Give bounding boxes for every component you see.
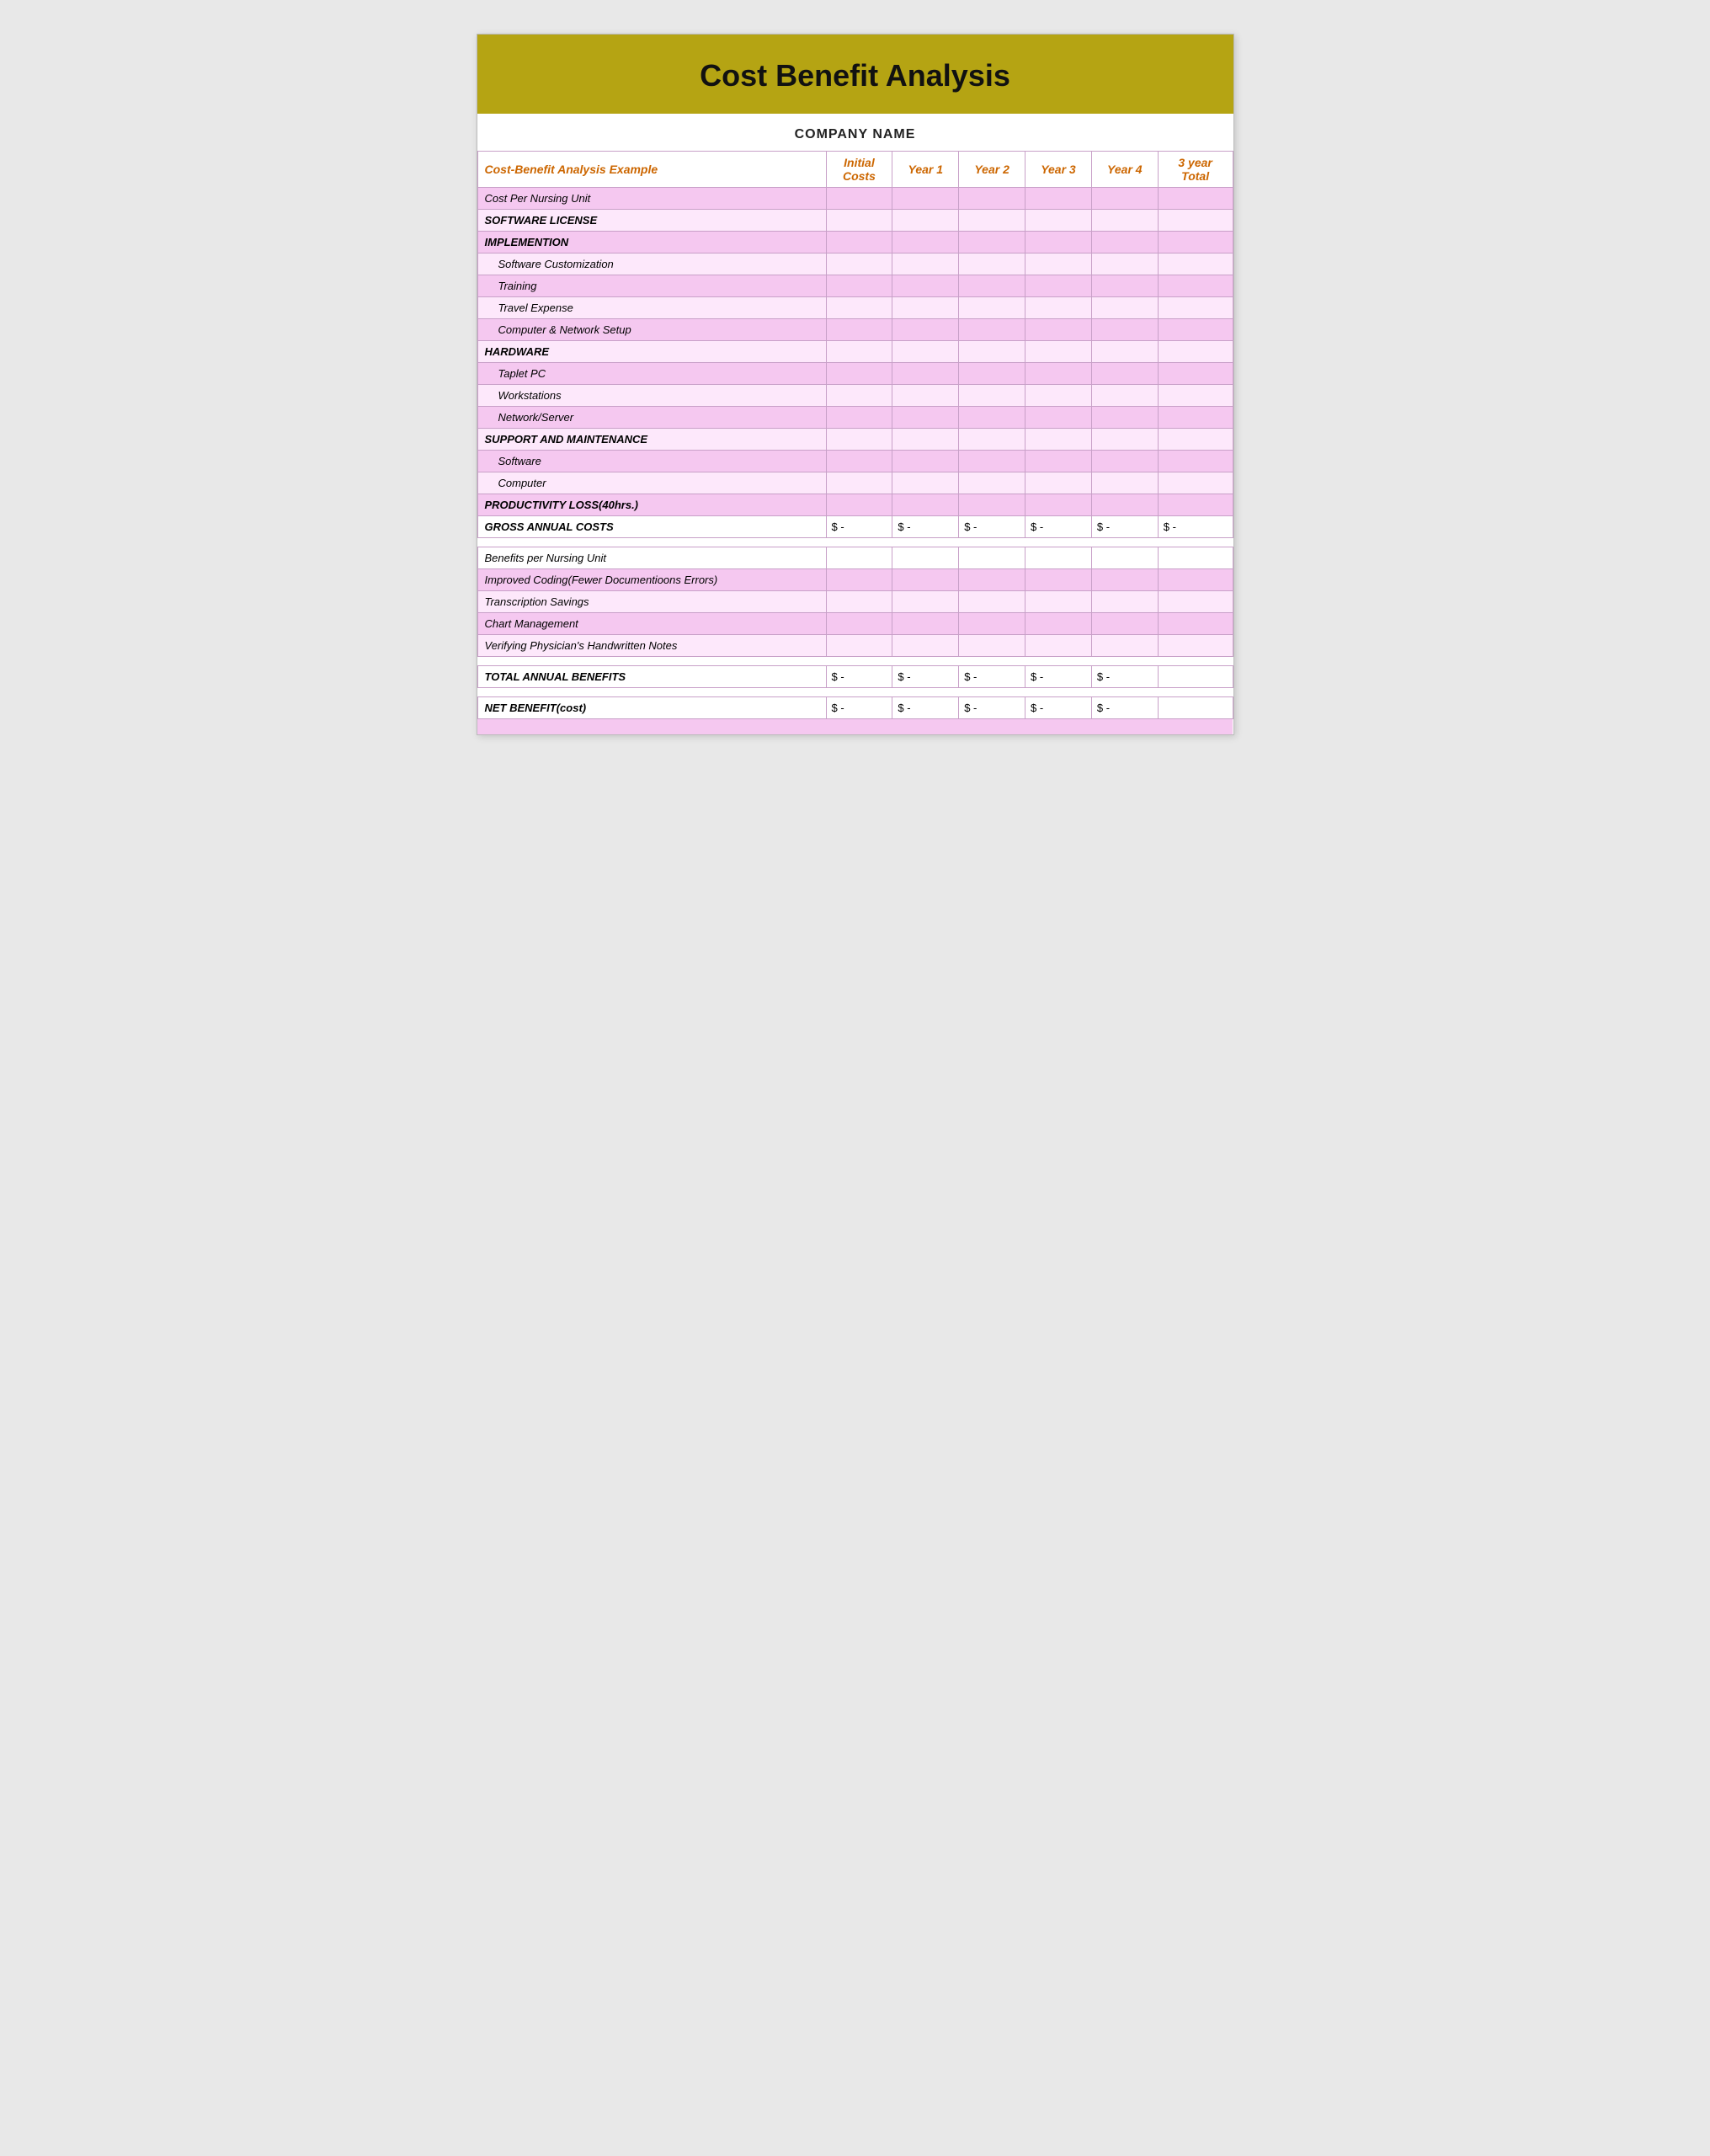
header-year1: Year 1 [892, 152, 959, 188]
gross-annual-costs-row: GROSS ANNUAL COSTS $ - $ - $ - $ - $ - $… [477, 516, 1233, 538]
table-row: Software [477, 451, 1233, 472]
net-benefit-year2: $ - [959, 697, 1025, 719]
spacer-row [477, 538, 1233, 547]
gross-costs-year2: $ - [959, 516, 1025, 538]
table-row: SUPPORT AND MAINTENANCE [477, 429, 1233, 451]
row-label: Verifying Physician's Handwritten Notes [477, 635, 826, 657]
header-year4: Year 4 [1091, 152, 1158, 188]
table-row: Computer & Network Setup [477, 319, 1233, 341]
table-row: Chart Management [477, 613, 1233, 635]
row-label: IMPLEMENTION [477, 232, 826, 253]
gross-costs-year3: $ - [1025, 516, 1092, 538]
row-label: Software Customization [477, 253, 826, 275]
row-label: Software [477, 451, 826, 472]
table-row: Improved Coding(Fewer Documentioons Erro… [477, 569, 1233, 591]
row-label: Cost Per Nursing Unit [477, 188, 826, 210]
row-label: Computer [477, 472, 826, 494]
net-benefit-year4: $ - [1091, 697, 1158, 719]
total-benefits-year1: $ - [892, 666, 959, 688]
table-row: PRODUCTIVITY LOSS(40hrs.) [477, 494, 1233, 516]
row-label: HARDWARE [477, 341, 826, 363]
table-row: Cost Per Nursing Unit [477, 188, 1233, 210]
table-row: HARDWARE [477, 341, 1233, 363]
total-benefits-year4: $ - [1091, 666, 1158, 688]
gross-costs-year4: $ - [1091, 516, 1158, 538]
title-bar: Cost Benefit Analysis [477, 35, 1233, 114]
net-benefit-row: NET BENEFIT(cost) $ - $ - $ - $ - $ - [477, 697, 1233, 719]
total-benefits-year3: $ - [1025, 666, 1092, 688]
net-benefit-year3: $ - [1025, 697, 1092, 719]
row-label: Network/Server [477, 407, 826, 429]
company-name: COMPANY NAME [477, 114, 1233, 151]
total-benefits-year2: $ - [959, 666, 1025, 688]
cost-benefit-table: Cost-Benefit Analysis Example Initial Co… [477, 151, 1233, 734]
table-header: Cost-Benefit Analysis Example Initial Co… [477, 152, 1233, 188]
total-benefits-row: TOTAL ANNUAL BENEFITS $ - $ - $ - $ - $ … [477, 666, 1233, 688]
header-year2: Year 2 [959, 152, 1025, 188]
net-benefit-year1: $ - [892, 697, 959, 719]
row-label: Chart Management [477, 613, 826, 635]
header-3yr: 3 year Total [1158, 152, 1233, 188]
row-label: Benefits per Nursing Unit [477, 547, 826, 569]
row-label: SOFTWARE LICENSE [477, 210, 826, 232]
table-row: Workstations [477, 385, 1233, 407]
table-row: Benefits per Nursing Unit [477, 547, 1233, 569]
row-label: Computer & Network Setup [477, 319, 826, 341]
header-year3: Year 3 [1025, 152, 1092, 188]
document-container: Cost Benefit Analysis COMPANY NAME Cost-… [477, 34, 1234, 735]
row-label: PRODUCTIVITY LOSS(40hrs.) [477, 494, 826, 516]
table-row: Network/Server [477, 407, 1233, 429]
net-benefit-label: NET BENEFIT(cost) [477, 697, 826, 719]
table-row: Taplet PC [477, 363, 1233, 385]
gross-costs-label: GROSS ANNUAL COSTS [477, 516, 826, 538]
gross-costs-3yr: $ - [1158, 516, 1233, 538]
table-row: Training [477, 275, 1233, 297]
row-label: Transcription Savings [477, 591, 826, 613]
table-row: Verifying Physician's Handwritten Notes [477, 635, 1233, 657]
spacer-row [477, 657, 1233, 666]
table-row: IMPLEMENTION [477, 232, 1233, 253]
row-label: Travel Expense [477, 297, 826, 319]
row-label: SUPPORT AND MAINTENANCE [477, 429, 826, 451]
header-initial: Initial Costs [826, 152, 892, 188]
table-row: Computer [477, 472, 1233, 494]
row-label: Taplet PC [477, 363, 826, 385]
table-row: Software Customization [477, 253, 1233, 275]
gross-costs-initial: $ - [826, 516, 892, 538]
gross-costs-year1: $ - [892, 516, 959, 538]
spacer-row [477, 719, 1233, 734]
total-benefits-initial: $ - [826, 666, 892, 688]
row-label: Workstations [477, 385, 826, 407]
spacer-row [477, 688, 1233, 697]
header-label: Cost-Benefit Analysis Example [477, 152, 826, 188]
table-row: Travel Expense [477, 297, 1233, 319]
row-label: Improved Coding(Fewer Documentioons Erro… [477, 569, 826, 591]
row-label: Training [477, 275, 826, 297]
net-benefit-initial: $ - [826, 697, 892, 719]
main-title: Cost Benefit Analysis [494, 58, 1217, 93]
table-row: Transcription Savings [477, 591, 1233, 613]
total-benefits-label: TOTAL ANNUAL BENEFITS [477, 666, 826, 688]
table-row: SOFTWARE LICENSE [477, 210, 1233, 232]
